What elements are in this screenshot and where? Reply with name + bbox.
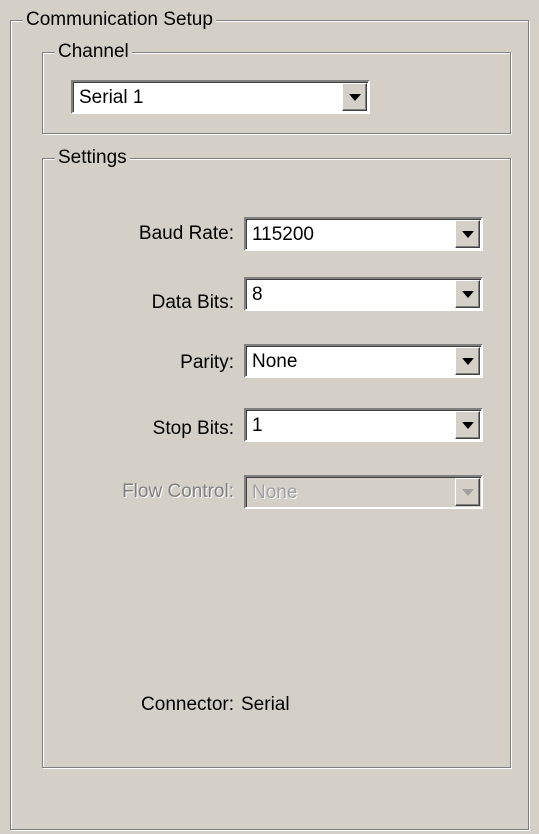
baud-rate-label: Baud Rate: [138, 223, 234, 244]
communication-setup-title: Communication Setup [23, 8, 216, 32]
chevron-down-icon [461, 358, 474, 365]
chevron-down-icon [348, 94, 361, 101]
flow-control-value: None [252, 482, 298, 503]
flow-control-label: Flow Control: [122, 481, 234, 502]
stop-bits-value: 1 [252, 415, 263, 436]
baud-rate-select[interactable]: 115200 [244, 217, 483, 251]
parity-label: Parity: [180, 352, 234, 373]
chevron-down-icon [461, 231, 474, 238]
stop-bits-select[interactable]: 1 [244, 408, 483, 442]
connector-value: Serial [241, 694, 290, 715]
data-bits-select[interactable]: 8 [244, 277, 483, 311]
flow-control-select: None [244, 475, 483, 509]
parity-value: None [252, 351, 298, 372]
data-bits-dropdown-button[interactable] [455, 280, 480, 308]
flow-control-dropdown-button [455, 478, 480, 506]
settings-title: Settings [55, 146, 130, 170]
parity-dropdown-button[interactable] [455, 347, 480, 375]
parity-select[interactable]: None [244, 344, 483, 378]
chevron-down-icon [461, 489, 474, 496]
data-bits-value: 8 [252, 284, 263, 305]
channel-dropdown-button[interactable] [342, 83, 367, 111]
channel-select-value: Serial 1 [79, 87, 144, 108]
stop-bits-label: Stop Bits: [152, 418, 234, 439]
chevron-down-icon [461, 291, 474, 298]
baud-rate-dropdown-button[interactable] [455, 220, 480, 248]
channel-title: Channel [55, 40, 132, 64]
baud-rate-value: 115200 [252, 224, 314, 245]
channel-select[interactable]: Serial 1 [71, 80, 370, 114]
stop-bits-dropdown-button[interactable] [455, 411, 480, 439]
chevron-down-icon [461, 422, 474, 429]
data-bits-label: Data Bits: [151, 292, 234, 313]
connector-label: Connector: [141, 694, 234, 715]
